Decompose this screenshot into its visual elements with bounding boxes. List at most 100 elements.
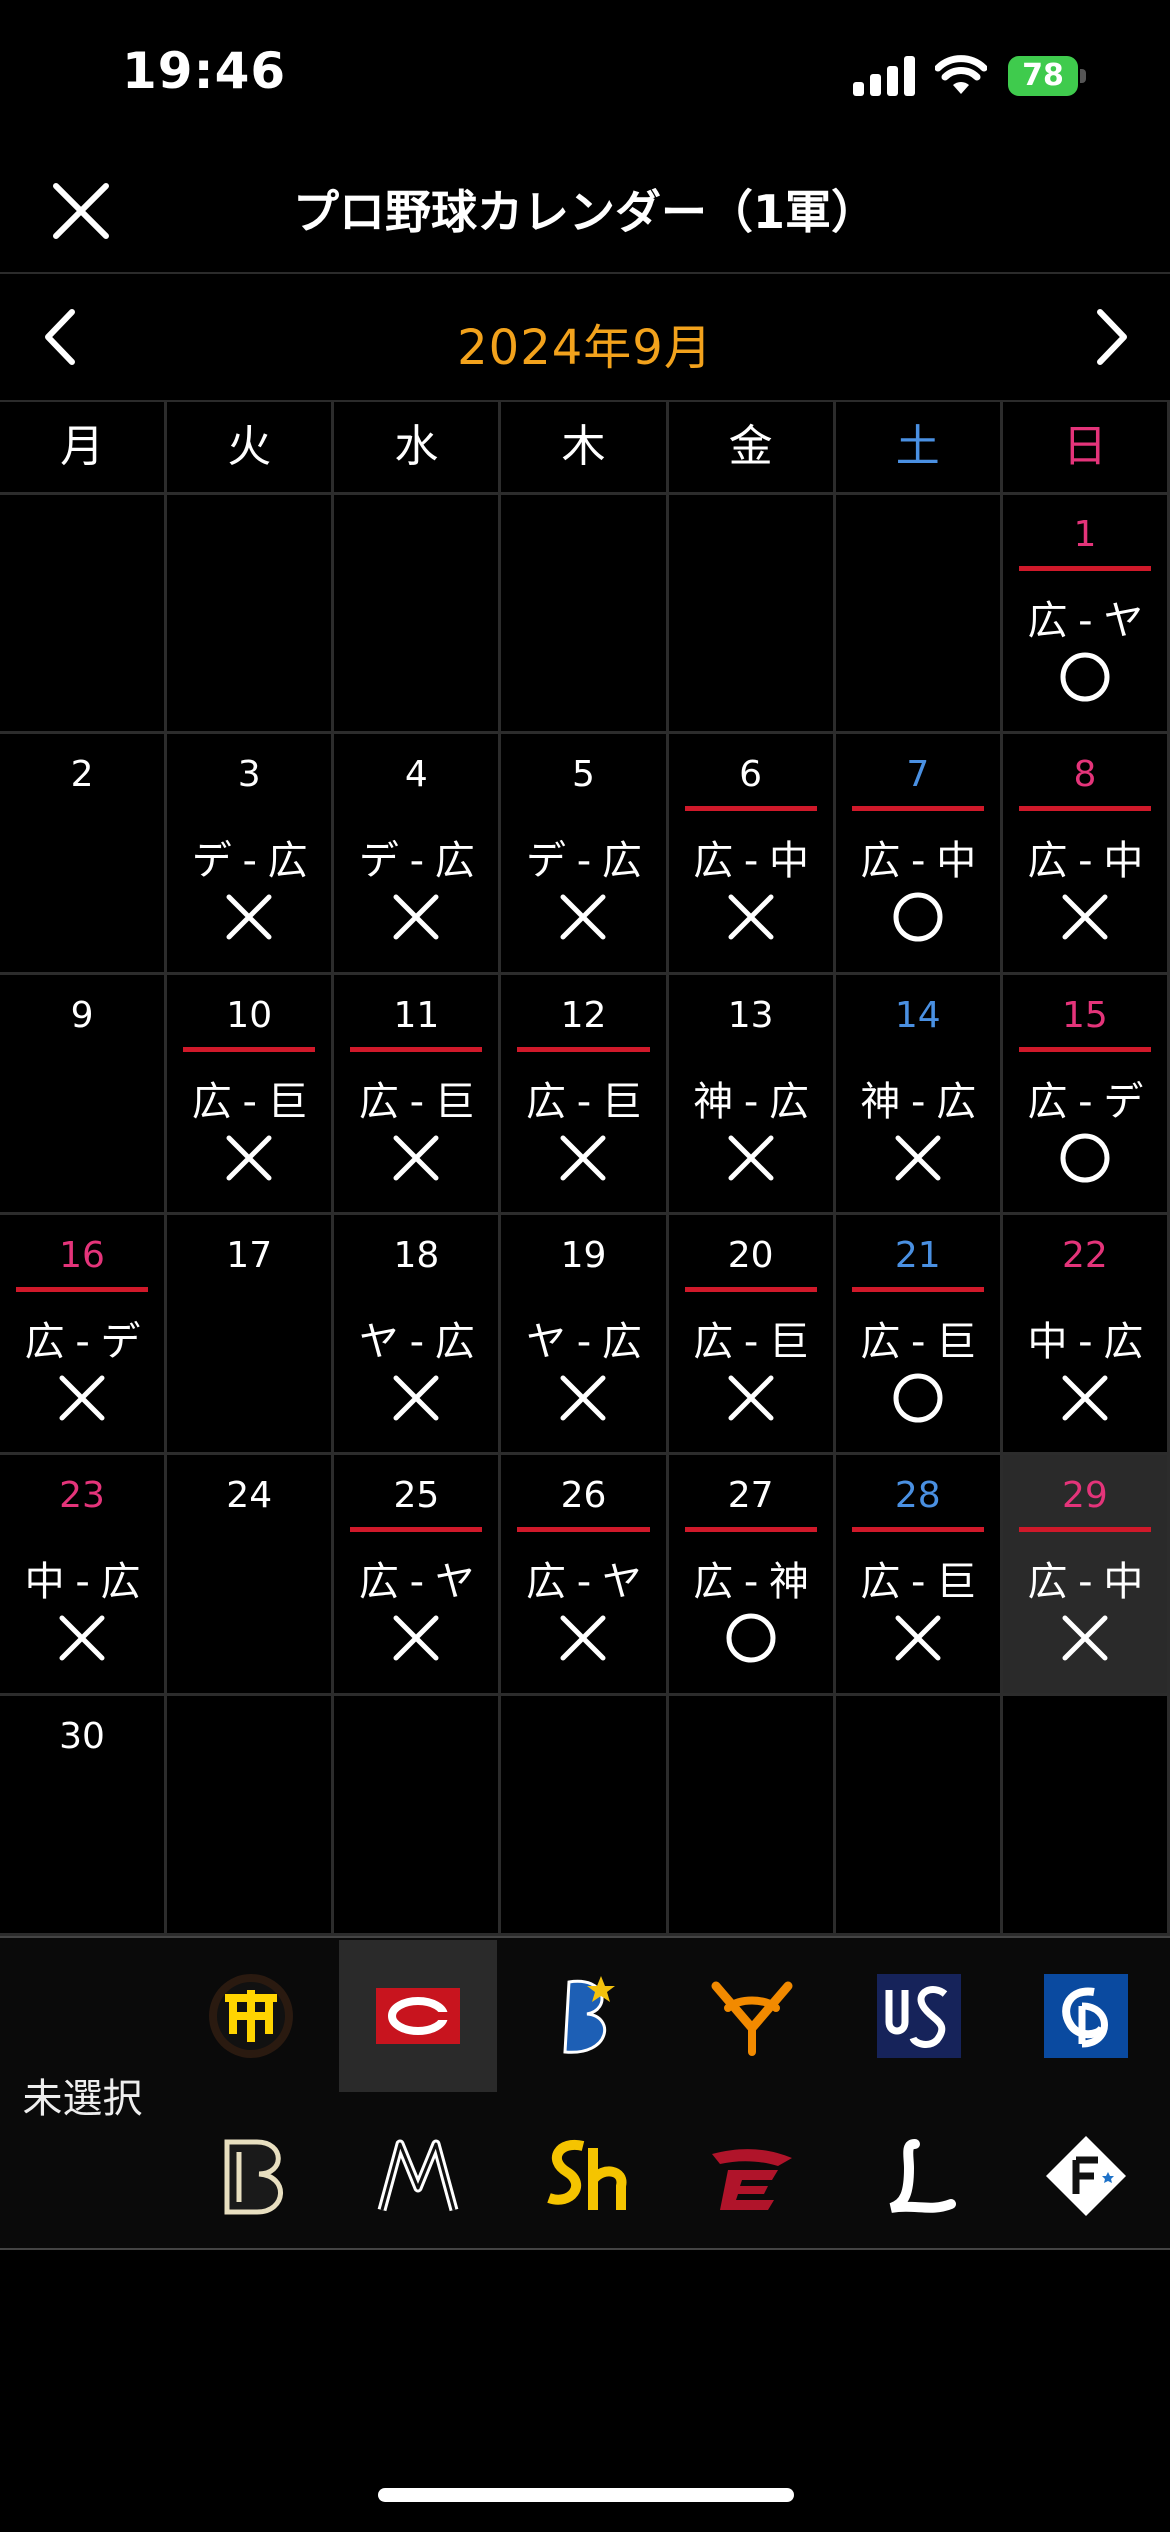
wifi-icon — [935, 55, 987, 94]
chiba-lotte-marines-logo — [377, 2139, 459, 2212]
chevron-right-icon[interactable] — [1076, 304, 1142, 370]
day-cell-1[interactable]: 1 広 - ヤ — [1002, 494, 1170, 735]
day-number: 30 — [59, 1715, 105, 1757]
loss-cross-icon — [560, 1615, 606, 1661]
day-number: 3 — [237, 754, 261, 796]
loss-cross-icon — [59, 1615, 105, 1661]
day-cell-23[interactable]: 23 中 - 広 — [0, 1455, 168, 1696]
empty-day-cell — [501, 1695, 669, 1936]
home-game-indicator — [684, 1286, 817, 1292]
team-hiroshima[interactable] — [339, 1940, 497, 2092]
weekday-sun: 日 — [1002, 402, 1170, 495]
day-cell-13[interactable]: 13 神 - 広 — [668, 974, 836, 1215]
hanshin-tigers-logo — [209, 1974, 293, 2058]
home-game-indicator — [684, 1527, 817, 1533]
loss-cross-icon — [895, 1615, 941, 1661]
home-game-indicator — [851, 1286, 984, 1292]
weekday-sat: 土 — [835, 402, 1003, 495]
day-cell-15[interactable]: 15 広 - デ — [1002, 974, 1170, 1215]
day-cell-25[interactable]: 25 広 - ヤ — [334, 1455, 502, 1696]
day-cell-7[interactable]: 7 広 - 中 — [835, 734, 1003, 975]
day-cell-21[interactable]: 21 広 - 巨 — [835, 1214, 1003, 1456]
game-matchup: デ - 広 — [191, 838, 308, 885]
rakuten-eagles-logo — [712, 2149, 792, 2210]
day-cell-8[interactable]: 8 広 - 中 — [1002, 734, 1170, 975]
loss-cross-icon — [226, 1135, 272, 1181]
win-circle-icon — [893, 1373, 943, 1423]
day-cell-6[interactable]: 6 広 - 中 — [668, 734, 836, 975]
unselected-option[interactable]: 未選択 — [0, 2066, 165, 2124]
day-cell-17[interactable]: 17 — [167, 1214, 335, 1456]
day-cell-18[interactable]: 18 ヤ - 広 — [334, 1214, 502, 1456]
battery-icon: 78 — [1008, 56, 1086, 96]
team-chunichi[interactable] — [1007, 1940, 1165, 2092]
day-cell-3[interactable]: 3 デ - 広 — [167, 734, 335, 975]
weekday-fri: 金 — [668, 402, 836, 495]
weekday-tue: 火 — [167, 402, 335, 495]
calendar-grid: 1広 - ヤ23デ - 広4デ - 広5デ - 広6広 - 中7広 - 中8広 … — [0, 494, 1170, 1936]
day-cell-28[interactable]: 28 広 - 巨 — [835, 1455, 1003, 1696]
day-cell-2[interactable]: 2 — [0, 734, 168, 975]
day-number: 10 — [226, 994, 273, 1036]
empty-day-cell — [835, 1695, 1003, 1936]
empty-day-cell — [501, 494, 669, 735]
team-yokohama[interactable] — [506, 1940, 664, 2092]
yomiuri-giants-logo — [711, 1981, 793, 2056]
team-rakuten[interactable] — [673, 2100, 831, 2252]
day-cell-12[interactable]: 12 広 - 巨 — [501, 974, 669, 1215]
day-cell-10[interactable]: 10 広 - 巨 — [167, 974, 335, 1215]
day-number: 15 — [1062, 994, 1108, 1036]
team-seibu[interactable] — [840, 2100, 998, 2252]
game-matchup: 広 - 巨 — [358, 1078, 475, 1125]
day-cell-5[interactable]: 5 デ - 広 — [501, 734, 669, 975]
team-yakult[interactable] — [840, 1940, 998, 2092]
day-number: 2 — [70, 754, 94, 796]
home-game-indicator — [851, 806, 984, 812]
day-cell-27[interactable]: 27 広 - 神 — [668, 1455, 836, 1696]
game-matchup: 広 - 神 — [693, 1559, 809, 1606]
day-number: 5 — [572, 754, 595, 796]
team-yomiuri[interactable] — [673, 1940, 831, 2092]
home-game-indicator — [350, 1046, 483, 1052]
day-cell-20[interactable]: 20 広 - 巨 — [668, 1214, 836, 1456]
day-cell-4[interactable]: 4 デ - 広 — [334, 734, 502, 975]
loss-cross-icon — [1062, 1615, 1108, 1661]
empty-day-cell — [167, 1695, 335, 1936]
team-hanshin[interactable] — [172, 1940, 330, 2092]
loss-cross-icon — [393, 1615, 439, 1661]
day-number: 20 — [727, 1234, 774, 1276]
home-game-indicator — [1018, 566, 1151, 571]
empty-day-cell — [334, 1695, 502, 1936]
loss-cross-icon — [226, 894, 272, 940]
day-cell-16[interactable]: 16 広 - デ — [0, 1214, 168, 1456]
home-game-indicator — [1018, 806, 1151, 812]
game-matchup: 中 - 広 — [24, 1559, 141, 1606]
game-matchup: 広 - 巨 — [860, 1318, 976, 1365]
day-cell-24[interactable]: 24 — [167, 1455, 335, 1696]
team-nipponham[interactable] — [1007, 2100, 1165, 2252]
day-number: 6 — [739, 754, 763, 796]
day-cell-9[interactable]: 9 — [0, 974, 168, 1215]
team-orix[interactable] — [172, 2100, 330, 2252]
game-matchup: 広 - 中 — [1027, 838, 1143, 885]
day-cell-26[interactable]: 26 広 - ヤ — [501, 1455, 669, 1696]
home-game-indicator — [183, 1046, 316, 1052]
loss-cross-icon — [393, 1375, 439, 1421]
day-cell-29[interactable]: 29 広 - 中 — [1002, 1455, 1170, 1696]
day-cell-22[interactable]: 22 中 - 広 — [1002, 1214, 1170, 1456]
day-cell-14[interactable]: 14 神 - 広 — [835, 974, 1003, 1215]
month-navigation: 2024年9月 — [0, 276, 1170, 402]
day-cell-19[interactable]: 19 ヤ - 広 — [501, 1214, 669, 1456]
home-game-indicator — [16, 1286, 149, 1292]
loss-cross-icon — [728, 894, 774, 940]
game-matchup: 広 - 巨 — [191, 1078, 308, 1125]
day-cell-30[interactable]: 30 — [0, 1695, 168, 1936]
empty-day-cell — [334, 494, 502, 735]
day-number: 1 — [1073, 514, 1097, 555]
game-matchup: ヤ - 広 — [526, 1318, 642, 1365]
game-matchup: 広 - 巨 — [526, 1078, 642, 1125]
weekday-wed: 水 — [334, 402, 502, 495]
day-cell-11[interactable]: 11 広 - 巨 — [334, 974, 502, 1215]
team-softbank[interactable] — [506, 2100, 664, 2252]
team-lotte[interactable] — [339, 2100, 497, 2252]
